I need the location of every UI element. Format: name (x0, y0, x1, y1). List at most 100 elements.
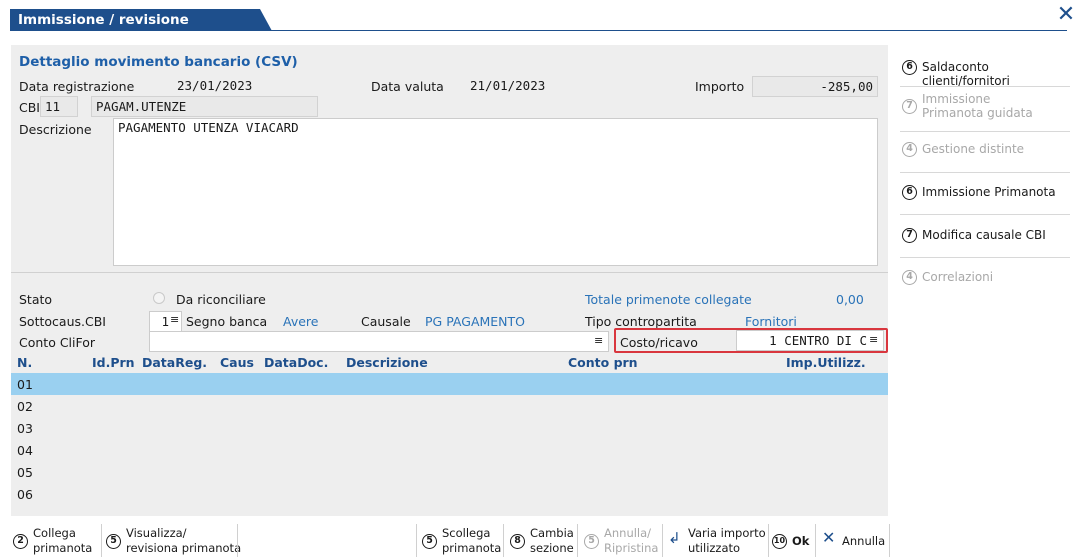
toolbar-divider (662, 524, 663, 557)
highlight-box (614, 328, 888, 353)
correlazioni-button[interactable]: 4 Correlazioni (900, 262, 1070, 294)
importo-field[interactable]: -285,00 (752, 76, 878, 97)
varia-line1: Varia importo (688, 526, 766, 540)
table-row[interactable]: 05 (11, 461, 888, 483)
toolbar-divider (815, 524, 816, 557)
scollega-primanota-button[interactable]: 5 Scollega primanota (422, 522, 502, 559)
data-registrazione-field[interactable]: 23/01/2023 (173, 76, 323, 97)
descrizione-textarea[interactable]: PAGAMENTO UTENZA VIACARD (113, 118, 878, 266)
col-imp-utilizz: Imp.Utilizz. (786, 355, 866, 370)
col-conto-prn: Conto prn (568, 355, 638, 370)
menu-divider (900, 131, 1070, 132)
data-registrazione-label: Data registrazione (19, 79, 135, 94)
modifica-causale-cbi-button[interactable]: 7 Modifica causale CBI (900, 220, 1070, 252)
toolbar-divider (889, 524, 890, 557)
row-number: 02 (17, 399, 33, 414)
table-row[interactable]: 01 (11, 373, 888, 395)
col-n: N. (17, 355, 33, 370)
list-icon[interactable]: ≡ (594, 334, 603, 347)
key-icon: 5 (584, 534, 599, 549)
cambia-line1: Cambia (530, 526, 574, 540)
immissione-guidata-label: Immissione Primanota guidata (922, 92, 1033, 120)
menu-divider (900, 214, 1070, 215)
conto-clifor-field[interactable] (149, 331, 609, 352)
grid-header: N. Id.Prn DataReg. Caus DataDoc. Descriz… (11, 353, 888, 373)
row-number: 03 (17, 421, 33, 436)
correlazioni-label: Correlazioni (922, 270, 994, 284)
key-icon: 4 (902, 270, 917, 285)
importo-label: Importo (695, 79, 745, 94)
table-row[interactable]: 03 (11, 417, 888, 439)
visualizza-primanota-button[interactable]: 5 Visualizza/ revisiona primanota (106, 522, 241, 559)
annulla-label: Annulla (842, 534, 886, 548)
row-number: 01 (17, 377, 33, 392)
causale-label: Causale (361, 314, 411, 329)
key-icon: 7 (902, 99, 917, 114)
gestione-distinte-button[interactable]: 4 Gestione distinte (900, 134, 1070, 166)
annulla-ripristina-button[interactable]: 5 Annulla/ Ripristina (584, 522, 660, 559)
ok-label: Ok (792, 534, 810, 548)
section-title: Dettaglio movimento bancario (CSV) (19, 54, 298, 70)
table-row[interactable]: 04 (11, 439, 888, 461)
visualizza-line2: revisiona primanota (126, 541, 242, 555)
data-valuta-field[interactable]: 21/01/2023 (466, 76, 561, 97)
cambia-sezione-button[interactable]: 8 Cambia sezione (510, 522, 576, 559)
key-icon: 8 (510, 534, 525, 549)
menu-divider (900, 172, 1070, 173)
cbi-description-field: PAGAM.UTENZE (91, 96, 318, 117)
table-row[interactable]: 06 (11, 483, 888, 505)
scollega-line2: primanota (442, 541, 502, 555)
col-datadoc: DataDoc. (264, 355, 329, 370)
close-icon[interactable]: ✕ (1056, 4, 1076, 26)
toolbar-divider (577, 524, 578, 557)
panel-divider (11, 272, 888, 273)
ok-button[interactable]: 10 Ok (772, 522, 812, 559)
key-icon: 6 (902, 185, 917, 200)
list-icon[interactable]: ≡ (170, 313, 179, 326)
key-icon: 4 (902, 142, 917, 157)
col-id-prn: Id.Prn (92, 355, 135, 370)
visualizza-line1: Visualizza/ (126, 526, 187, 540)
title-underline (10, 30, 1067, 31)
saldaconto-button[interactable]: 6 Saldaconto clienti/fornitori (900, 52, 1070, 88)
varia-importo-button[interactable]: ↲ Varia importo utilizzato (668, 522, 768, 559)
saldaconto-label: Saldaconto clienti/fornitori (922, 60, 1010, 88)
stato-value: Da riconciliare (176, 292, 266, 307)
row-number: 05 (17, 465, 33, 480)
table-row[interactable]: 02 (11, 395, 888, 417)
segno-banca-value: Avere (283, 314, 319, 329)
annulla-ripristina-line2: Ripristina (604, 541, 659, 555)
key-icon: 5 (422, 534, 437, 549)
key-icon: 5 (106, 534, 121, 549)
cbi-code-field[interactable]: 11 (40, 96, 78, 117)
descrizione-label: Descrizione (19, 122, 92, 137)
modifica-causale-label: Modifica causale CBI (922, 228, 1046, 242)
sottocaus-label: Sottocaus.CBI (19, 314, 106, 329)
toolbar-divider (416, 524, 417, 557)
collega-primanota-button[interactable]: 2 Collega primanota (13, 522, 101, 559)
window-title: Immissione / revisione movimento (10, 9, 272, 31)
totale-primenote-value: 0,00 (836, 292, 864, 307)
toolbar-divider (768, 524, 769, 557)
collega-line1: Collega (33, 526, 76, 540)
toolbar-divider (503, 524, 504, 557)
menu-divider (900, 257, 1070, 258)
key-icon: 7 (902, 228, 917, 243)
immissione-primanota-label: Immissione Primanota (922, 185, 1056, 199)
tipo-contropartita-label: Tipo contropartita (585, 314, 697, 329)
stato-label: Stato (19, 292, 53, 307)
close-icon: ✕ (822, 528, 836, 547)
scollega-line1: Scollega (442, 526, 491, 540)
conto-clifor-label: Conto CliFor (19, 335, 96, 350)
return-arrow-icon: ↲ (668, 529, 681, 547)
collega-line2: primanota (33, 541, 93, 555)
row-number: 06 (17, 487, 33, 502)
immissione-primanota-guidata-button[interactable]: 7 Immissione Primanota guidata (900, 86, 1070, 130)
col-descrizione: Descrizione (346, 355, 428, 370)
immissione-primanota-button[interactable]: 6 Immissione Primanota (900, 177, 1070, 209)
cbi-label: CBI (19, 100, 40, 115)
annulla-button[interactable]: ✕ Annulla (822, 522, 888, 559)
stato-radio[interactable] (153, 292, 165, 304)
toolbar-divider (101, 524, 102, 557)
tipo-contropartita-value: Fornitori (745, 314, 797, 329)
